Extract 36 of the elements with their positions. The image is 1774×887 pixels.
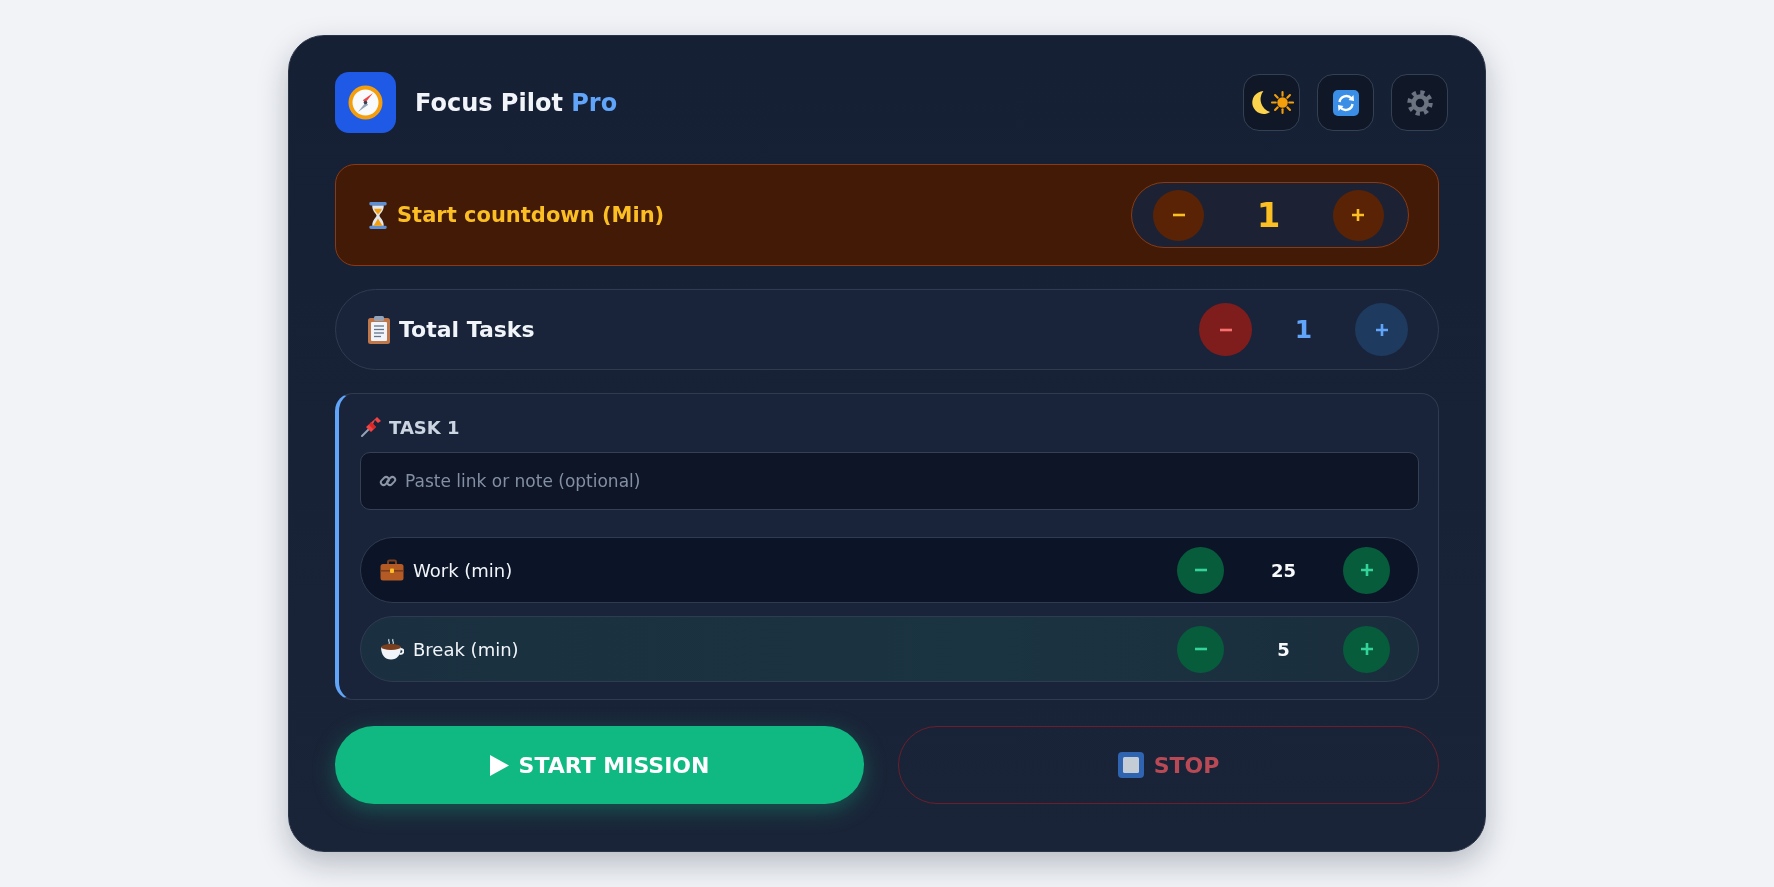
settings-button[interactable] bbox=[1391, 74, 1448, 131]
increase-button[interactable] bbox=[1333, 189, 1384, 241]
countdown-value: 1 bbox=[1256, 195, 1281, 235]
plus-icon bbox=[1359, 642, 1374, 656]
total-tasks-label: Total Tasks bbox=[399, 317, 535, 342]
coffee-cup-icon bbox=[380, 638, 404, 660]
increase-button[interactable] bbox=[1343, 546, 1390, 594]
pushpin-icon bbox=[360, 416, 382, 438]
decrease-button[interactable] bbox=[1177, 546, 1224, 594]
start-button[interactable]: START MISSION bbox=[335, 726, 864, 804]
task-title: TASK 1 bbox=[389, 416, 460, 438]
increase-button[interactable] bbox=[1343, 625, 1390, 673]
break-minutes-value: 5 bbox=[1276, 638, 1291, 660]
total-tasks-value: 1 bbox=[1293, 315, 1314, 344]
countdown-label: Start countdown (Min) bbox=[397, 203, 665, 227]
clipboard-icon bbox=[368, 315, 390, 344]
plus-icon bbox=[1351, 208, 1366, 222]
plus-icon bbox=[1359, 563, 1374, 577]
refresh-button[interactable] bbox=[1317, 74, 1374, 131]
note-input-field[interactable]: Paste link or note (optional) bbox=[360, 452, 1419, 510]
stop-icon bbox=[1117, 752, 1144, 778]
compass-icon bbox=[335, 72, 396, 133]
work-minutes-value: 25 bbox=[1269, 559, 1298, 581]
settings-icon bbox=[1406, 89, 1433, 116]
plus-icon bbox=[1374, 322, 1389, 337]
refresh-icon bbox=[1332, 89, 1359, 116]
work-label: Work (min) bbox=[413, 559, 513, 581]
break-label: Break (min) bbox=[413, 638, 519, 660]
app-title: Focus Pilot Pro bbox=[415, 88, 618, 117]
decrease-button[interactable] bbox=[1177, 625, 1224, 673]
briefcase-icon bbox=[380, 559, 404, 581]
increase-button[interactable] bbox=[1355, 303, 1408, 356]
hourglass-icon bbox=[368, 201, 388, 229]
moon-sun-icon bbox=[1249, 89, 1294, 116]
theme-toggle-button[interactable] bbox=[1243, 74, 1300, 131]
play-icon bbox=[489, 754, 509, 776]
